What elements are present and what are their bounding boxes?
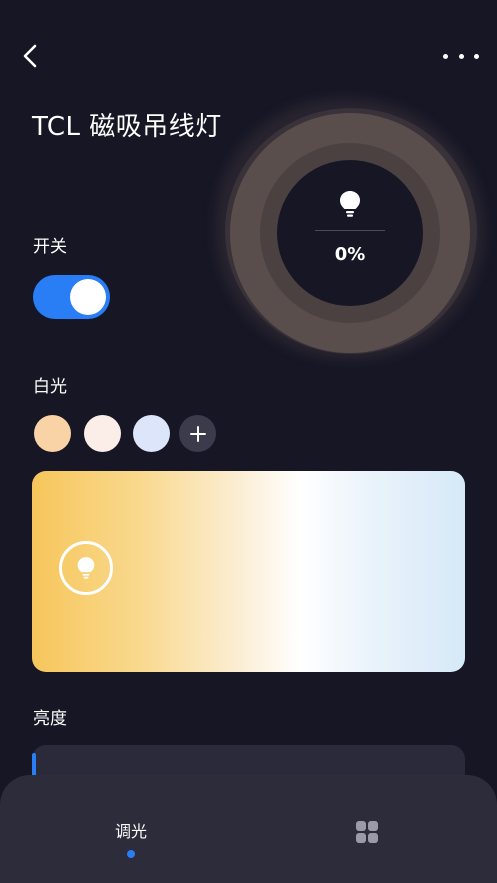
lightbulb-icon (340, 191, 360, 217)
brightness-label: 亮度 (33, 709, 67, 729)
more-button[interactable] (443, 44, 479, 68)
power-toggle[interactable] (33, 275, 110, 319)
color-temperature-panel[interactable] (32, 471, 465, 672)
add-preset-button[interactable] (179, 415, 216, 452)
page-title: TCL 磁吸吊线灯 (32, 112, 222, 142)
grid-icon (356, 821, 378, 843)
active-tab-indicator (127, 850, 135, 858)
lightbulb-icon (77, 557, 95, 579)
preset-warm-swatch[interactable] (34, 415, 71, 452)
plus-icon (189, 425, 206, 442)
toggle-knob (70, 279, 106, 315)
more-horizontal-icon (443, 53, 448, 59)
preset-neutral-swatch[interactable] (84, 415, 121, 452)
tab-dimming[interactable]: 调光 (95, 818, 167, 858)
preset-cool-swatch[interactable] (133, 415, 170, 452)
back-button[interactable] (16, 40, 44, 72)
brightness-percent: 0% (334, 244, 366, 265)
bottom-nav (0, 775, 497, 883)
tab-scenes[interactable] (354, 819, 380, 845)
tab-dimming-label: 调光 (114, 822, 147, 841)
white-light-label: 白光 (33, 377, 67, 397)
color-temperature-handle[interactable] (59, 541, 113, 595)
chevron-left-icon (23, 44, 37, 68)
brightness-ring: 0% (205, 80, 495, 370)
ring-center (277, 160, 423, 306)
power-label: 开关 (33, 237, 67, 257)
